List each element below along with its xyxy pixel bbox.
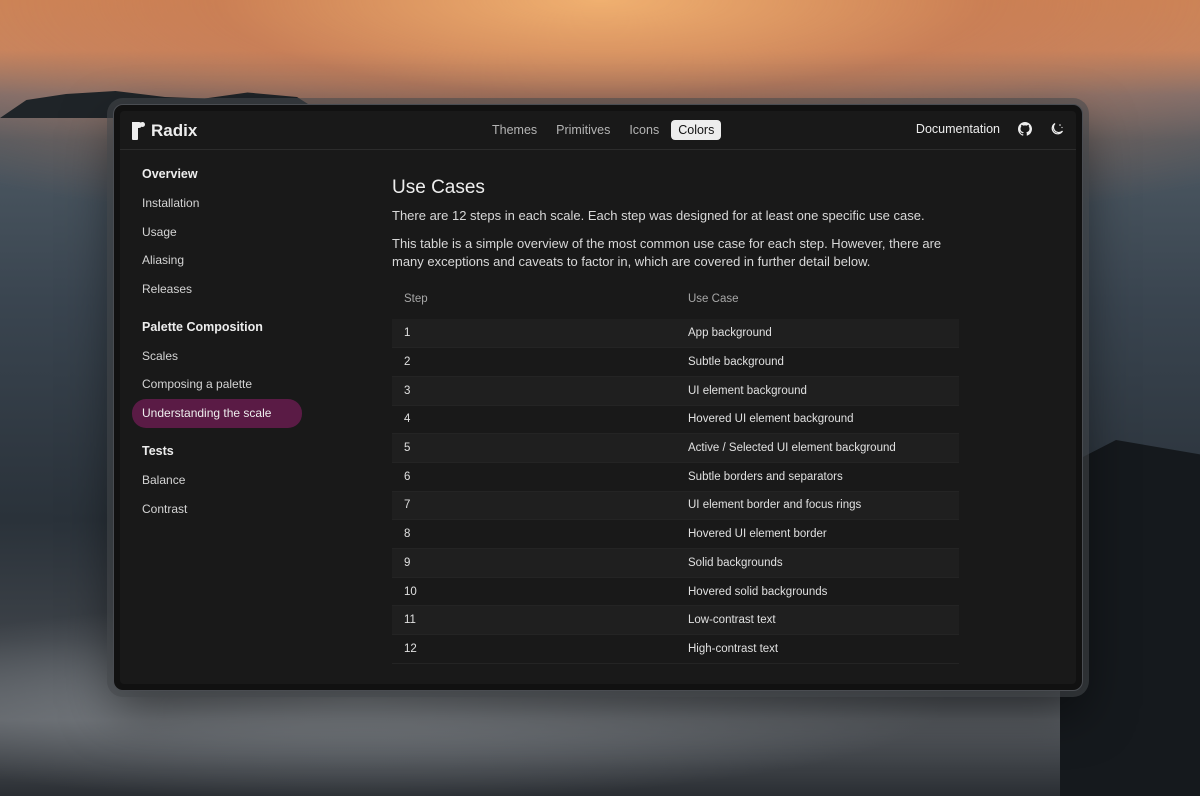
- sidebar-section-overview: Overview: [142, 167, 198, 181]
- step-cell: 12: [392, 634, 688, 664]
- intro-paragraph: There are 12 steps in each scale. Each s…: [392, 208, 925, 223]
- sidebar-section-tests: Tests: [142, 443, 174, 458]
- use-case-cell: Low-contrast text: [688, 605, 959, 636]
- table-header-row: Step Use Case: [392, 291, 959, 319]
- use-case-cell: Solid backgrounds: [688, 548, 959, 578]
- sidebar-section-palette-composition: Palette Composition: [142, 319, 263, 334]
- step-cell: 9: [392, 548, 688, 578]
- sidebar-item-contrast[interactable]: Contrast: [132, 495, 307, 524]
- table-row: 8 Hovered UI element border: [392, 519, 959, 549]
- table-row: 1 App background: [392, 319, 959, 349]
- sidebar-item-installation[interactable]: Installation: [132, 189, 307, 218]
- use-case-cell: Hovered UI element border: [688, 519, 959, 549]
- step-cell: 7: [392, 491, 688, 521]
- use-case-cell: UI element background: [688, 376, 959, 406]
- sidebar-item-usage[interactable]: Usage: [132, 218, 307, 247]
- sidebar-item-aliasing[interactable]: Aliasing: [132, 246, 307, 275]
- step-cell: 5: [392, 433, 688, 463]
- nav-item-primitives[interactable]: Primitives: [549, 120, 617, 140]
- sidebar-item-balance[interactable]: Balance: [132, 466, 307, 495]
- github-icon[interactable]: [1018, 122, 1033, 136]
- table-row: 6 Subtle borders and separators: [392, 462, 959, 492]
- step-cell: 10: [392, 577, 688, 607]
- column-header-step: Step: [404, 293, 428, 305]
- column-header-use-case: Use Case: [688, 293, 739, 305]
- table-row: 9 Solid backgrounds: [392, 548, 959, 578]
- use-case-cell: Active / Selected UI element background: [688, 433, 959, 463]
- nav-item-colors[interactable]: Colors: [671, 120, 722, 140]
- sidebar-item-releases[interactable]: Releases: [132, 275, 307, 304]
- nav-item-icons[interactable]: Icons: [622, 120, 666, 140]
- table-row: 11 Low-contrast text: [392, 605, 959, 636]
- table-row: 5 Active / Selected UI element background: [392, 433, 959, 463]
- table-row: 10 Hovered solid backgrounds: [392, 577, 959, 607]
- table-row: 12 High-contrast text: [392, 634, 959, 664]
- brand-logo[interactable]: Radix: [132, 121, 197, 141]
- sidebar-item-composing-a-palette[interactable]: Composing a palette: [132, 370, 307, 399]
- step-cell: 3: [392, 376, 688, 406]
- sidebar: Overview Installation Usage Aliasing Rel…: [132, 161, 307, 523]
- top-navigation-bar: Radix Themes Primitives Icons Colors Doc…: [120, 111, 1076, 150]
- brand-name: Radix: [151, 121, 198, 140]
- step-cell: 2: [392, 347, 688, 377]
- table-row: 2 Subtle background: [392, 347, 959, 377]
- use-cases-table: Step Use Case 1 App background 2 Subtle ba…: [392, 291, 959, 664]
- table-row: 7 UI element border and focus rings: [392, 491, 959, 521]
- nav-item-themes[interactable]: Themes: [485, 120, 544, 140]
- use-case-cell: App background: [688, 319, 959, 349]
- use-case-cell: Subtle borders and separators: [688, 462, 959, 492]
- use-case-cell: High-contrast text: [688, 634, 959, 664]
- main-nav: Themes Primitives Icons Colors: [485, 120, 726, 140]
- step-cell: 1: [392, 319, 688, 349]
- main-content: Use Cases There are 12 steps in each sca…: [392, 177, 959, 664]
- step-cell: 6: [392, 462, 688, 492]
- step-cell: 4: [392, 405, 688, 435]
- step-cell: 8: [392, 519, 688, 549]
- table-row: 4 Hovered UI element background: [392, 405, 959, 435]
- page-title: Use Cases: [392, 177, 485, 198]
- description-paragraph: This table is a simple overview of the m…: [392, 236, 942, 269]
- use-case-cell: UI element border and focus rings: [688, 491, 959, 521]
- radix-logo-icon: [132, 122, 145, 140]
- app-frame: Radix Themes Primitives Icons Colors Doc…: [120, 111, 1076, 684]
- documentation-link[interactable]: Documentation: [916, 122, 1000, 136]
- use-case-cell: Hovered solid backgrounds: [688, 577, 959, 607]
- sidebar-item-scales[interactable]: Scales: [132, 342, 307, 371]
- browser-window: Radix Themes Primitives Icons Colors Doc…: [113, 104, 1083, 691]
- right-nav: Documentation: [916, 122, 1064, 136]
- use-case-cell: Hovered UI element background: [688, 405, 959, 435]
- use-case-cell: Subtle background: [688, 347, 959, 377]
- sidebar-item-understanding-the-scale[interactable]: Understanding the scale: [132, 399, 302, 428]
- step-cell: 11: [392, 605, 688, 636]
- table-row: 3 UI element background: [392, 376, 959, 406]
- moon-icon[interactable]: [1050, 122, 1064, 136]
